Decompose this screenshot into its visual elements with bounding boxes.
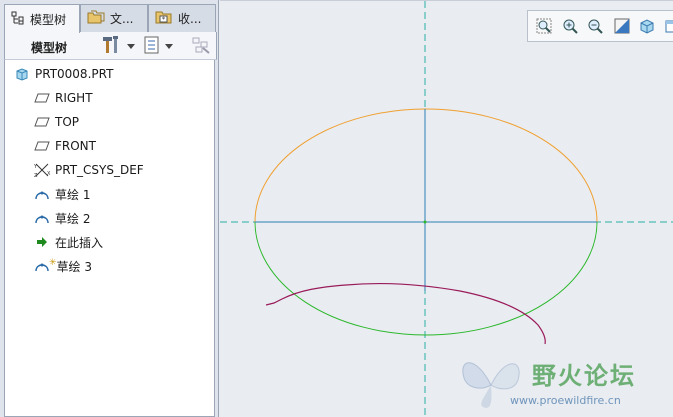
zoom-window-button[interactable] <box>534 17 554 37</box>
sketch-icon <box>33 186 51 202</box>
watermark-title: 野火论坛 <box>532 362 636 390</box>
tree-item-label: PRT0008.PRT <box>35 67 114 81</box>
watermark-url: www.proewildfire.cn <box>510 394 621 407</box>
datum-plane-icon <box>33 90 51 106</box>
model-tree: PRT0008.PRT RIGHT TOP FRONT YXZ PRT_CSYS… <box>4 60 215 417</box>
tree-item-label: 草绘 2 <box>55 211 91 226</box>
datum-plane-icon <box>33 138 51 154</box>
view-toolbar <box>527 10 673 42</box>
tree-item-top[interactable]: TOP <box>33 112 79 132</box>
svg-text:X: X <box>47 171 51 177</box>
tree-item-label: FRONT <box>55 139 96 153</box>
tree-item-csys[interactable]: YXZ PRT_CSYS_DEF <box>33 160 144 180</box>
tree-item-label: 草绘 1 <box>55 187 91 202</box>
tab-folder-browser[interactable]: 文... <box>80 4 148 32</box>
tree-root-part[interactable]: PRT0008.PRT <box>13 64 113 84</box>
model-tree-panel: 模型树 文... * 收... 模型树 PRT0008.PRT RIGHT TO… <box>0 0 219 417</box>
tree-item-insert-here[interactable]: 在此插入 <box>33 232 103 252</box>
zoom-out-button[interactable] <box>585 17 605 37</box>
tab-label: 模型树 <box>30 12 67 27</box>
tree-settings-button[interactable] <box>101 35 139 58</box>
filter-icon <box>191 36 211 57</box>
tree-item-label: TOP <box>55 115 80 129</box>
tree-item-sketch-3[interactable]: ✳ 草绘 3 <box>33 256 92 276</box>
zoom-window-icon <box>536 18 552 37</box>
ellipse-top-arc[interactable] <box>254 108 598 223</box>
navigator-tab-bar: 模型树 文... * 收... <box>0 4 219 33</box>
display-style-button[interactable] <box>637 17 657 37</box>
tree-item-label: 草绘 3 <box>56 259 92 274</box>
tree-filter-button[interactable] <box>191 36 213 56</box>
tab-favorites[interactable]: * 收... <box>148 4 216 32</box>
svg-text:Z: Z <box>34 173 38 178</box>
saved-views-icon <box>664 18 673 37</box>
model-tree-icon <box>11 11 25 28</box>
sketch-icon <box>33 210 51 226</box>
tree-item-label: 在此插入 <box>55 235 104 250</box>
spline-curve[interactable] <box>265 283 546 345</box>
tab-label: 收... <box>178 12 202 26</box>
refit-button[interactable] <box>612 17 632 37</box>
model-tree-title: 模型树 <box>31 41 68 55</box>
part-icon <box>13 66 31 82</box>
refit-icon <box>614 18 630 37</box>
zoom-in-icon <box>562 18 578 37</box>
svg-text:*: * <box>162 16 166 24</box>
coordinate-system-icon: YXZ <box>33 162 51 178</box>
saved-views-button[interactable] <box>662 17 673 37</box>
datum-plane-icon <box>33 114 51 130</box>
hammer-icon <box>101 35 123 58</box>
list-icon <box>143 36 161 57</box>
favorites-icon: * <box>155 10 173 27</box>
ellipse-bottom-arc[interactable] <box>254 221 598 336</box>
chevron-down-icon <box>127 43 135 49</box>
tree-item-label: RIGHT <box>55 91 93 105</box>
zoom-in-button[interactable] <box>560 17 580 37</box>
center-point <box>423 220 427 224</box>
tree-show-button[interactable] <box>143 36 181 56</box>
tab-label: 文... <box>110 12 134 26</box>
chevron-down-icon <box>165 43 173 49</box>
model-tree-toolbar: 模型树 <box>4 32 217 60</box>
folder-icon <box>87 10 105 27</box>
tree-item-right[interactable]: RIGHT <box>33 88 93 108</box>
star-badge-icon: ✳ <box>49 258 57 268</box>
forum-watermark: 野火论坛 www.proewildfire.cn <box>452 348 673 417</box>
tree-item-front[interactable]: FRONT <box>33 136 96 156</box>
zoom-out-icon <box>587 18 603 37</box>
tree-item-sketch-2[interactable]: 草绘 2 <box>33 208 90 228</box>
tree-item-label: PRT_CSYS_DEF <box>55 163 144 177</box>
tree-item-sketch-1[interactable]: 草绘 1 <box>33 184 90 204</box>
insert-here-arrow-icon <box>33 234 51 250</box>
shaded-cube-icon <box>639 18 655 37</box>
tab-model-tree[interactable]: 模型树 <box>4 4 80 33</box>
